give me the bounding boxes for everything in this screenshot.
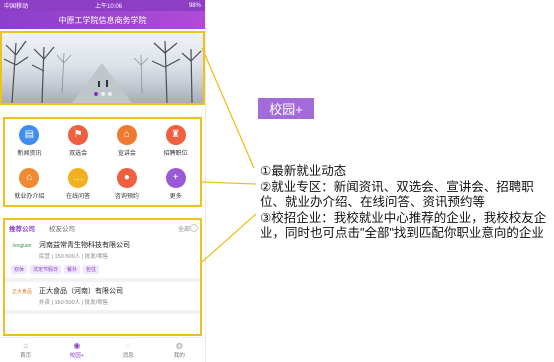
bottom-navigation: ⌂ 首页 ◉ 校园+ ◌ 消息 ◍ 我的 (0, 337, 205, 362)
benefit-tag: 双休 (11, 265, 28, 274)
benefit-tag: 餐补 (64, 265, 81, 274)
user-icon: ◍ (175, 340, 183, 350)
grid-item-label: 在线问答 (66, 193, 91, 200)
message-icon: ◌ (125, 340, 131, 350)
banner-highlight (0, 31, 205, 105)
grid-item[interactable]: ⌂ 就业办介绍 (5, 162, 54, 205)
company-name: 河南益常青生物科技有限公司 (39, 242, 130, 249)
leader-line-grid (201, 181, 257, 185)
app-title-bar: 中原工学院信息商务学院 (0, 11, 205, 29)
carrier-label: 中国移动 (4, 4, 29, 10)
grid-item-label: 双选会 (69, 150, 88, 157)
leader-line-banner (201, 47, 255, 169)
news-icon: ▤ (19, 124, 40, 145)
status-bar: 中国移动 上午10:06 98% (0, 0, 205, 11)
benefit-tag: 法定节假日 (30, 265, 62, 274)
chat-icon: … (68, 167, 89, 188)
feature-grid-highlight: ▤ 新闻资讯 ⚑ 双选会 ⌂ 宣讲会 ♜ 招聘职位 ⌂ 就业办介绍 … 在线问答 ● 咨询预约 + 更多 (3, 117, 202, 207)
grid-item-label: 宣讲会 (117, 150, 136, 157)
annotation-line-1: ①最新就业动态 (260, 164, 347, 178)
grid-item[interactable]: + 更多 (151, 162, 200, 205)
pager-dot[interactable] (100, 92, 105, 96)
office-icon: ⌂ (19, 167, 40, 188)
nav-item[interactable]: ◍ 我的 (154, 338, 205, 362)
annotation-line-2: ②就业专区：新闻资讯、双选会、宣讲会、招聘职位、就业办介绍、在线问答、资讯预约等 (260, 179, 534, 210)
nav-item[interactable]: ◉ 校园+ (51, 338, 102, 362)
tab-alumni[interactable]: 校友公司 (49, 223, 75, 233)
plus-icon: + (165, 167, 186, 188)
company-logo: longjuan (12, 242, 32, 249)
company-tabs: 推荐公司 校友公司 全部 (5, 220, 200, 236)
nav-item-label: 首页 (20, 352, 32, 359)
message-icon: ● (116, 167, 137, 188)
company-section-highlight: 推荐公司 校友公司 全部 longjuan 河南益常青生物科技有限公司 民营 |… (3, 218, 202, 336)
grid-item[interactable]: ♜ 招聘职位 (151, 119, 200, 162)
leader-line-company (201, 213, 257, 263)
company-meta: 民营 | 150-500人 | 批发/零售 (39, 254, 109, 260)
pager-dot[interactable] (107, 92, 112, 96)
nav-item-label: 校园+ (69, 352, 84, 359)
campus-plus-callout: 校园+ (258, 98, 314, 119)
grid-item-label: 就业办介绍 (14, 193, 45, 200)
building-icon: ⌂ (116, 124, 137, 145)
clock: 上午10:06 (94, 4, 122, 10)
grid-item[interactable]: ▤ 新闻资讯 (5, 119, 54, 162)
phone-screen: 中国移动 上午10:06 98% 中原工学院信息商务学院 ▤ 新闻资讯 ⚑ 双选… (0, 0, 206, 362)
battery-level: 98% (188, 2, 201, 9)
grid-item-label: 招聘职位 (163, 150, 188, 157)
all-companies-link[interactable]: 全部 (178, 224, 190, 233)
nav-item[interactable]: ◌ 消息 (103, 338, 154, 362)
home-icon: ⌂ (23, 340, 29, 350)
grid-item-label: 更多 (169, 193, 182, 200)
company-meta: 外资 | 150-500人 | 批发/零售 (39, 300, 109, 306)
app-title: 中原工学院信息商务学院 (58, 15, 147, 25)
banner-pager[interactable] (93, 92, 112, 96)
company-card[interactable]: 正大食品 正大食品（河南）有限公司 外资 | 150-500人 | 批发/零售 (5, 282, 200, 314)
feature-grid: ▤ 新闻资讯 ⚑ 双选会 ⌂ 宣讲会 ♜ 招聘职位 ⌂ 就业办介绍 … 在线问答 ● 咨询预约 + 更多 (5, 119, 200, 205)
annotation-text: ①最新就业动态 ②就业专区：新闻资讯、双选会、宣讲会、招聘职位、就业办介绍、在线… (260, 164, 552, 242)
grid-item-label: 新闻资讯 (17, 150, 42, 157)
tie-icon: ♜ (165, 124, 186, 145)
annotation-line-3: ③校招企业：我校就业中心推荐的企业，我校校友企业，同时也可点击"全部"找到匹配你… (260, 210, 547, 241)
pager-dot[interactable] (93, 92, 98, 96)
eye-icon: ◉ (73, 340, 81, 350)
company-card[interactable]: longjuan 河南益常青生物科技有限公司 民营 | 150-500人 | 批… (5, 236, 200, 282)
grid-item-label: 咨询预约 (114, 193, 139, 200)
campus-banner[interactable] (2, 33, 203, 103)
grid-item[interactable]: ● 咨询预约 (103, 162, 152, 205)
tab-recommended[interactable]: 推荐公司 (9, 223, 35, 233)
grid-item[interactable]: ⚑ 双选会 (54, 119, 103, 162)
nav-item-label: 消息 (122, 352, 134, 359)
flag-icon: ⚑ (68, 124, 89, 145)
circle-icon (190, 224, 198, 232)
grid-item[interactable]: ⌂ 宣讲会 (103, 119, 152, 162)
company-logo: 正大食品 (11, 289, 32, 295)
benefit-tag: 包住 (83, 265, 100, 274)
nav-item-label: 我的 (173, 352, 185, 359)
grid-item[interactable]: … 在线问答 (54, 162, 103, 205)
company-name: 正大食品（河南）有限公司 (39, 288, 123, 295)
benefit-tags: 双休 法定节假日 餐补 包住 (11, 265, 194, 274)
nav-item[interactable]: ⌂ 首页 (0, 338, 51, 362)
